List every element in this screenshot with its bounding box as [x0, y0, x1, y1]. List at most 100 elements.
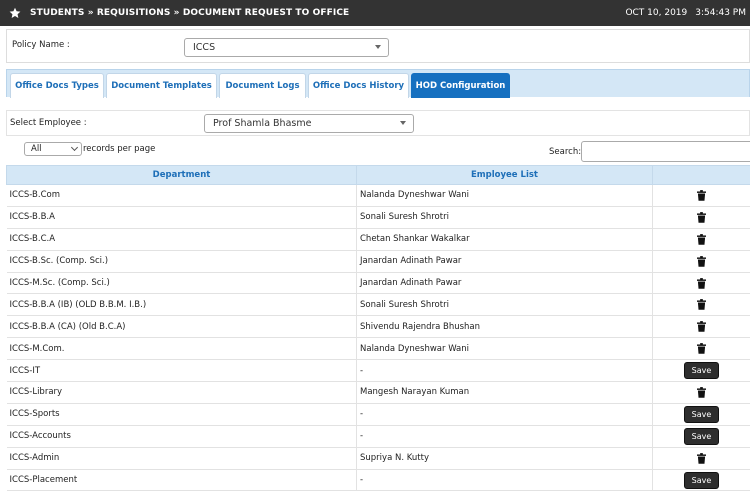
- tab-document-templates[interactable]: Document Templates: [106, 73, 217, 98]
- table-row: ICCS-AdminSupriya N. Kutty: [7, 447, 750, 469]
- department-cell: ICCS-Placement: [7, 469, 357, 491]
- tab-hod-configuration[interactable]: HOD Configuration: [411, 73, 510, 98]
- action-cell: [653, 338, 750, 360]
- breadcrumb: STUDENTS » REQUISITIONS » DOCUMENT REQUE…: [30, 8, 349, 18]
- date-time: OCT 10, 20193:54:43 PM: [625, 8, 746, 18]
- department-cell: ICCS-IT: [7, 360, 357, 382]
- tab-bar: Office Docs Types Document Templates Doc…: [6, 69, 750, 97]
- action-cell: [653, 272, 750, 294]
- employee-select[interactable]: Prof Shamla Bhasme: [204, 114, 414, 133]
- department-cell: ICCS-Accounts: [7, 425, 357, 447]
- search-input[interactable]: [581, 141, 750, 162]
- trash-icon[interactable]: [697, 299, 706, 310]
- column-header-department[interactable]: Department: [7, 166, 357, 185]
- employee-cell: Mangesh Narayan Kuman: [357, 382, 653, 404]
- trash-icon[interactable]: [697, 190, 706, 201]
- table-row: ICCS-B.ComNalanda Dyneshwar Wani: [7, 185, 750, 207]
- table-row: ICCS-Placement- Save: [7, 469, 750, 491]
- policy-label: Policy Name :: [12, 40, 70, 50]
- employee-select-value: Prof Shamla Bhasme: [213, 118, 311, 129]
- table-row: ICCS-M.Sc. (Comp. Sci.)Janardan Adinath …: [7, 272, 750, 294]
- employee-cell: -: [357, 469, 653, 491]
- table-row: ICCS-IT- Save: [7, 360, 750, 382]
- table-header-row: Department Employee List: [7, 166, 750, 185]
- employee-cell: Sonali Suresh Shrotri: [357, 294, 653, 316]
- trash-icon[interactable]: [697, 278, 706, 289]
- department-cell: ICCS-B.C.A: [7, 228, 357, 250]
- table-row: ICCS-LibraryMangesh Narayan Kuman: [7, 382, 750, 404]
- tab-office-docs-types[interactable]: Office Docs Types: [10, 73, 104, 98]
- top-header-bar: STUDENTS » REQUISITIONS » DOCUMENT REQUE…: [0, 0, 750, 26]
- trash-icon[interactable]: [697, 234, 706, 245]
- save-button[interactable]: Save: [684, 362, 720, 379]
- policy-select[interactable]: ICCS: [184, 38, 389, 57]
- save-button[interactable]: Save: [684, 472, 720, 489]
- employee-cell: Nalanda Dyneshwar Wani: [357, 338, 653, 360]
- action-cell: [653, 316, 750, 338]
- action-cell: [653, 185, 750, 207]
- star-icon: [9, 7, 21, 19]
- column-header-action: [653, 166, 750, 185]
- current-date: OCT 10, 2019: [625, 8, 687, 18]
- action-cell: [653, 382, 750, 404]
- action-cell: Save: [653, 469, 750, 491]
- save-button[interactable]: Save: [684, 406, 720, 423]
- department-cell: ICCS-M.Com.: [7, 338, 357, 360]
- trash-icon[interactable]: [697, 387, 706, 398]
- action-cell: [653, 206, 750, 228]
- search-label: Search:: [549, 147, 581, 157]
- department-cell: ICCS-B.B.A (IB) (OLD B.B.M. I.B.): [7, 294, 357, 316]
- trash-icon[interactable]: [697, 256, 706, 267]
- table-row: ICCS-B.B.A (CA) (Old B.C.A)Shivendu Raje…: [7, 316, 750, 338]
- employee-cell: Nalanda Dyneshwar Wani: [357, 185, 653, 207]
- records-per-page-select[interactable]: All: [24, 142, 82, 156]
- records-per-page-label: records per page: [83, 144, 155, 154]
- policy-select-value: ICCS: [193, 42, 215, 53]
- table-row: ICCS-M.Com.Nalanda Dyneshwar Wani: [7, 338, 750, 360]
- employee-cell: Janardan Adinath Pawar: [357, 272, 653, 294]
- department-cell: ICCS-Library: [7, 382, 357, 404]
- action-cell: [653, 294, 750, 316]
- tab-office-docs-history[interactable]: Office Docs History: [308, 73, 409, 98]
- policy-panel: Policy Name : ICCS: [6, 29, 750, 63]
- action-cell: [653, 228, 750, 250]
- caret-down-icon: [375, 45, 381, 49]
- employee-cell: -: [357, 360, 653, 382]
- table-row: ICCS-B.C.AChetan Shankar Wakalkar: [7, 228, 750, 250]
- table-row: ICCS-Accounts- Save: [7, 425, 750, 447]
- department-cell: ICCS-B.Com: [7, 185, 357, 207]
- department-cell: ICCS-B.B.A: [7, 206, 357, 228]
- tab-document-logs[interactable]: Document Logs: [219, 73, 306, 98]
- action-cell: Save: [653, 360, 750, 382]
- employee-cell: -: [357, 425, 653, 447]
- table-row: ICCS-B.B.ASonali Suresh Shrotri: [7, 206, 750, 228]
- table-row: ICCS-B.Sc. (Comp. Sci.)Janardan Adinath …: [7, 250, 750, 272]
- action-cell: Save: [653, 403, 750, 425]
- hod-table: Department Employee List ICCS-B.ComNalan…: [6, 165, 750, 491]
- department-cell: ICCS-Sports: [7, 403, 357, 425]
- trash-icon[interactable]: [697, 453, 706, 464]
- employee-cell: -: [357, 403, 653, 425]
- table-row: ICCS-B.B.A (IB) (OLD B.B.M. I.B.)Sonali …: [7, 294, 750, 316]
- column-header-employee-list[interactable]: Employee List: [357, 166, 653, 185]
- employee-cell: Janardan Adinath Pawar: [357, 250, 653, 272]
- trash-icon[interactable]: [697, 343, 706, 354]
- trash-icon[interactable]: [697, 212, 706, 223]
- save-button[interactable]: Save: [684, 428, 720, 445]
- table-row: ICCS-Sports- Save: [7, 403, 750, 425]
- employee-cell: Shivendu Rajendra Bhushan: [357, 316, 653, 338]
- action-cell: Save: [653, 425, 750, 447]
- department-cell: ICCS-B.Sc. (Comp. Sci.): [7, 250, 357, 272]
- employee-label: Select Employee :: [10, 118, 87, 128]
- department-cell: ICCS-B.B.A (CA) (Old B.C.A): [7, 316, 357, 338]
- employee-panel: Select Employee : Prof Shamla Bhasme: [6, 110, 750, 136]
- employee-cell: Supriya N. Kutty: [357, 447, 653, 469]
- action-cell: [653, 250, 750, 272]
- chevron-down-icon: [71, 144, 78, 151]
- trash-icon[interactable]: [697, 321, 706, 332]
- department-cell: ICCS-Admin: [7, 447, 357, 469]
- employee-cell: Chetan Shankar Wakalkar: [357, 228, 653, 250]
- employee-cell: Sonali Suresh Shrotri: [357, 206, 653, 228]
- caret-down-icon: [400, 121, 406, 125]
- action-cell: [653, 447, 750, 469]
